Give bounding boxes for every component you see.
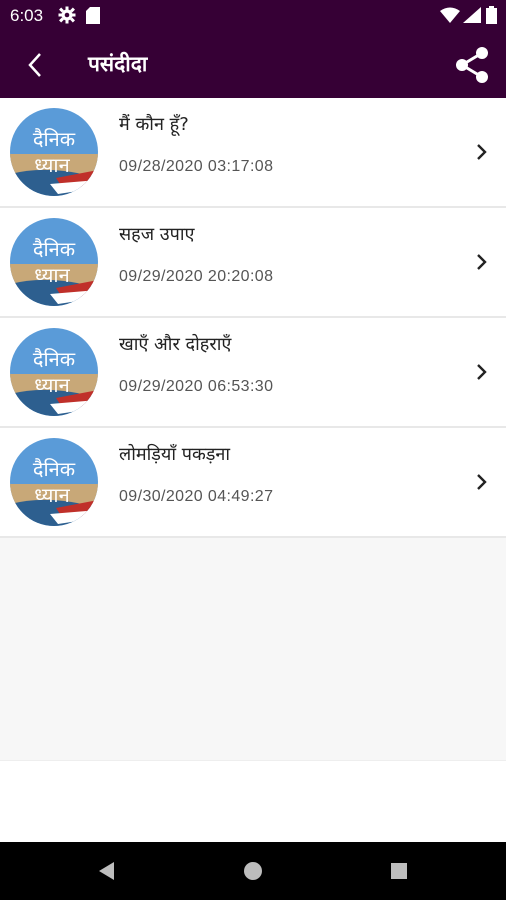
daily-meditation-thumbnail: दैनिक ध्यान [10,438,98,526]
signal-icon [463,7,481,27]
thumb-text-line2: ध्यान [34,483,70,507]
sd-card-icon [86,7,100,28]
item-date: 09/28/2020 03:17:08 [119,158,274,175]
item-title: खाएँ और दोहराएँ [119,334,232,355]
thumb-text-line1: दैनिक [33,457,76,481]
app-bar: पसंदीदा [0,32,506,98]
thumb-text-line1: दैनिक [33,347,76,371]
status-bar: 6:03 [0,0,506,32]
chevron-right-icon[interactable] [472,362,492,382]
daily-meditation-thumbnail: दैनिक ध्यान [10,108,98,196]
item-title: मैं कौन हूँ? [119,114,189,135]
list-item[interactable]: दैनिक ध्यान खाएँ और दोहराएँ 09/29/2020 0… [0,318,506,428]
list-item[interactable]: दैनिक ध्यान मैं कौन हूँ? 09/28/2020 03:1… [0,98,506,208]
back-arrow-icon[interactable] [22,48,52,82]
chevron-right-icon[interactable] [472,252,492,272]
nav-back-icon[interactable] [94,858,120,884]
thumb-text-line1: दैनिक [33,127,76,151]
page-title: पसंदीदा [88,52,148,76]
daily-meditation-thumbnail: दैनिक ध्यान [10,218,98,306]
thumb-text-line2: ध्यान [34,263,70,287]
item-title: लोमड़ियाँ पकड़ना [119,444,231,465]
item-title: सहज उपाए [119,224,195,245]
nav-home-icon[interactable] [240,858,266,884]
wifi-icon [440,7,460,27]
nav-recents-icon[interactable] [386,858,412,884]
item-date: 09/29/2020 06:53:30 [119,378,274,395]
bottom-panel [0,760,506,843]
item-date: 09/29/2020 20:20:08 [119,268,274,285]
gear-icon [58,6,76,28]
thumb-text-line2: ध्यान [34,153,70,177]
daily-meditation-thumbnail: दैनिक ध्यान [10,328,98,416]
thumb-text-line2: ध्यान [34,373,70,397]
battery-icon [486,6,497,28]
share-icon[interactable] [452,45,492,85]
chevron-right-icon[interactable] [472,142,492,162]
item-date: 09/30/2020 04:49:27 [119,488,274,505]
list-item[interactable]: दैनिक ध्यान सहज उपाए 09/29/2020 20:20:08 [0,208,506,318]
favorites-list: दैनिक ध्यान मैं कौन हूँ? 09/28/2020 03:1… [0,98,506,538]
system-nav-bar [0,842,506,900]
thumb-text-line1: दैनिक [33,237,76,261]
chevron-right-icon[interactable] [472,472,492,492]
list-item[interactable]: दैनिक ध्यान लोमड़ियाँ पकड़ना 09/30/2020 … [0,428,506,538]
status-time: 6:03 [10,6,44,25]
